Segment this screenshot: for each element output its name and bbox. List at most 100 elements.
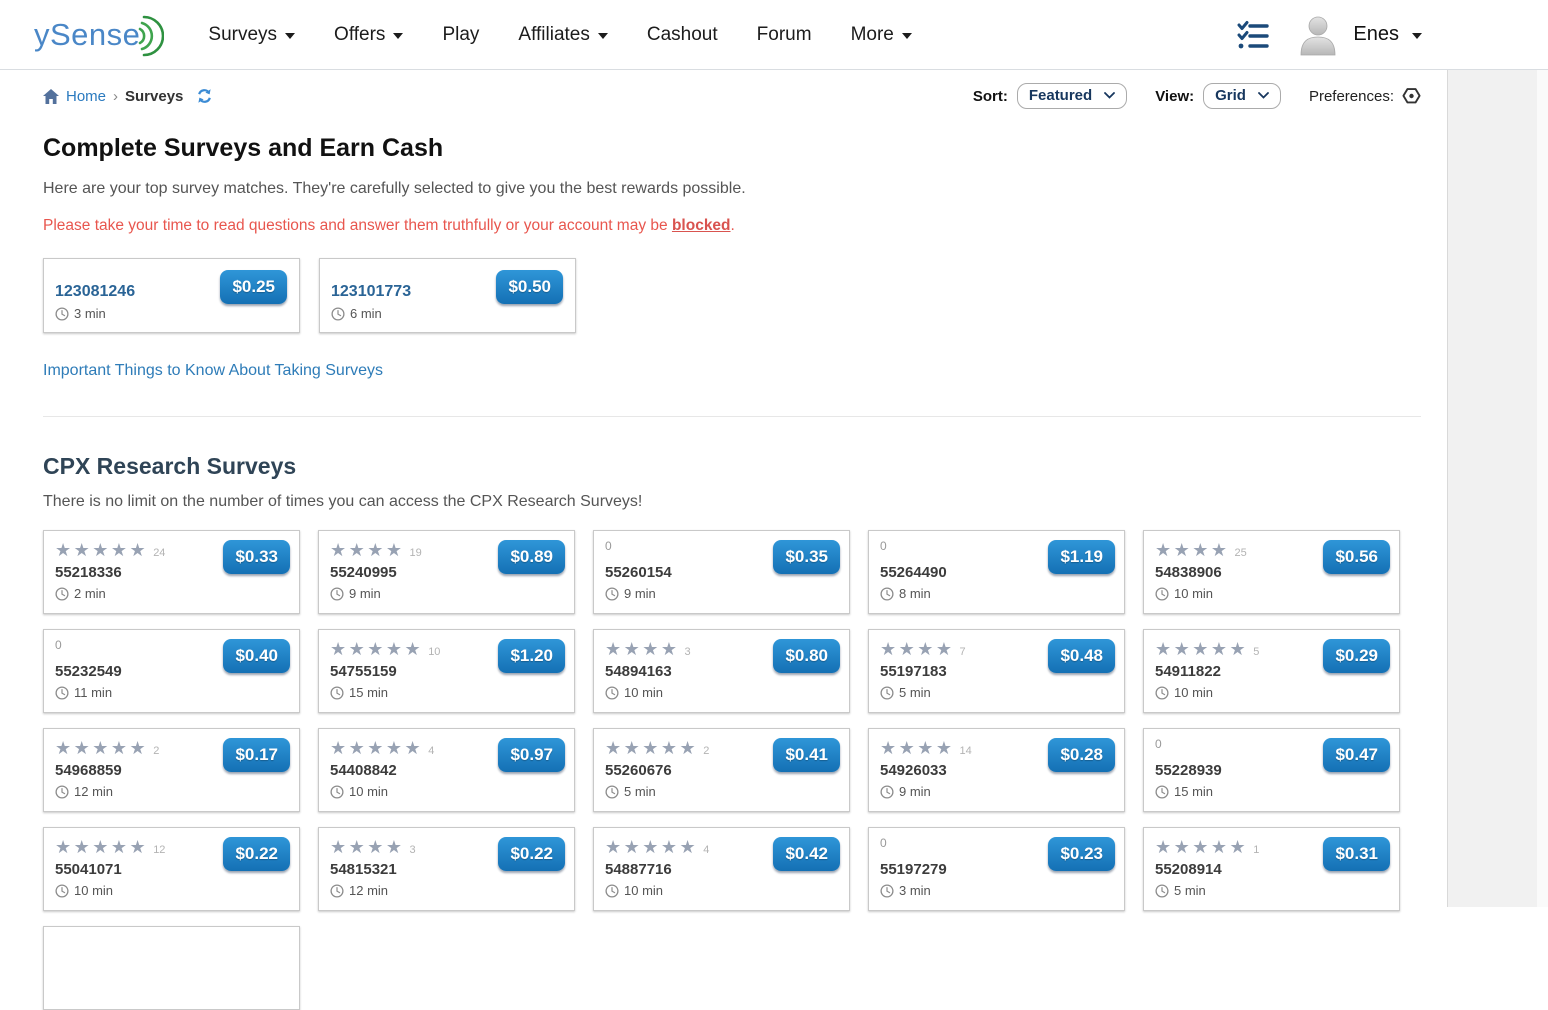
nav-item-more[interactable]: More — [851, 24, 912, 46]
clock-icon — [55, 686, 69, 700]
survey-price-button[interactable]: $0.97 — [498, 738, 565, 772]
breadcrumb-home-link[interactable]: Home — [66, 88, 106, 105]
nav-item-offers[interactable]: Offers — [334, 24, 403, 46]
caret-down-icon — [1412, 33, 1422, 39]
survey-price-button[interactable]: $0.28 — [1048, 738, 1115, 772]
rating-count: 4 — [428, 745, 434, 757]
nav-item-label: Cashout — [647, 24, 718, 46]
star-rating-icons: ★★★★★ — [1155, 640, 1248, 658]
survey-time: 10 min — [55, 883, 288, 898]
survey-price-button[interactable]: $0.56 — [1323, 540, 1390, 574]
survey-card[interactable]: ★★★★35489416310 min$0.80 — [593, 629, 850, 713]
list-toolbar: Sort: Featured View: Grid Preferences: — [973, 83, 1421, 109]
survey-card[interactable]: ★★★★★24552183362 min$0.33 — [43, 530, 300, 614]
clock-icon — [330, 785, 344, 799]
survey-time: 10 min — [330, 784, 563, 799]
survey-time: 12 min — [330, 883, 563, 898]
preferences-gear-icon[interactable] — [1402, 87, 1421, 105]
survey-time-label: 9 min — [349, 586, 381, 601]
user-name: Enes — [1353, 23, 1399, 46]
survey-card[interactable]: ★★★★★25496885912 min$0.17 — [43, 728, 300, 812]
survey-time: 9 min — [330, 586, 563, 601]
blocked-link[interactable]: blocked — [672, 217, 731, 234]
important-things-link[interactable]: Important Things to Know About Taking Su… — [43, 362, 383, 380]
survey-card[interactable]: ★★★★7551971835 min$0.48 — [868, 629, 1125, 713]
clock-icon — [1155, 587, 1169, 601]
rating-count: 19 — [410, 547, 422, 559]
survey-time-label: 10 min — [1174, 586, 1213, 601]
survey-card[interactable]: ★★★★★105475515915 min$1.20 — [318, 629, 575, 713]
survey-card[interactable]: ★★★★★125504107110 min$0.22 — [43, 827, 300, 911]
offpage-area — [1447, 70, 1548, 907]
nav-item-forum[interactable]: Forum — [757, 24, 812, 46]
scrollbar[interactable] — [1537, 70, 1548, 907]
survey-price-button[interactable]: $0.22 — [223, 837, 290, 871]
survey-time: 5 min — [880, 685, 1113, 700]
survey-price-button[interactable]: $0.89 — [498, 540, 565, 574]
ysense-logo[interactable]: ySense — [34, 11, 164, 59]
clock-icon — [55, 884, 69, 898]
survey-time: 3 min — [880, 883, 1113, 898]
survey-card[interactable]: 1231017736 min$0.50 — [319, 258, 576, 333]
clock-icon — [331, 307, 345, 321]
survey-price-button[interactable]: $0.50 — [496, 270, 563, 304]
clock-icon — [330, 587, 344, 601]
survey-card[interactable]: 0551972793 min$0.23 — [868, 827, 1125, 911]
preferences-label: Preferences: — [1309, 88, 1394, 105]
clock-icon — [1155, 785, 1169, 799]
survey-time: 5 min — [605, 784, 838, 799]
view-select[interactable]: Grid — [1203, 83, 1281, 109]
survey-card[interactable]: 0552644908 min$1.19 — [868, 530, 1125, 614]
survey-price-button[interactable]: $0.17 — [223, 738, 290, 772]
survey-card[interactable]: ★★★★35481532112 min$0.22 — [318, 827, 575, 911]
survey-price-button[interactable]: $0.25 — [220, 270, 287, 304]
survey-card[interactable]: ★★★★★45488771610 min$0.42 — [593, 827, 850, 911]
survey-card[interactable]: ★★★★★45440884210 min$0.97 — [318, 728, 575, 812]
survey-time-label: 12 min — [74, 784, 113, 799]
survey-card[interactable]: ★★★★★1552089145 min$0.31 — [1143, 827, 1400, 911]
survey-checklist-icon[interactable] — [1236, 19, 1270, 51]
star-rating-icons: ★★★★★ — [605, 838, 698, 856]
view-value: Grid — [1215, 87, 1246, 104]
survey-price-button[interactable]: $0.41 — [773, 738, 840, 772]
nav-item-affiliates[interactable]: Affiliates — [518, 24, 607, 46]
survey-card[interactable]: 05523254911 min$0.40 — [43, 629, 300, 713]
survey-card-partial[interactable] — [43, 926, 300, 1010]
survey-price-button[interactable]: $1.19 — [1048, 540, 1115, 574]
nav-item-surveys[interactable]: Surveys — [208, 24, 295, 46]
view-group: View: Grid — [1155, 83, 1281, 109]
survey-price-button[interactable]: $0.48 — [1048, 639, 1115, 673]
survey-card[interactable]: 1230812463 min$0.25 — [43, 258, 300, 333]
survey-time: 12 min — [55, 784, 288, 799]
star-rating-icons: ★★★★★ — [330, 640, 423, 658]
rating-count: 2 — [153, 745, 159, 757]
survey-price-button[interactable]: $0.35 — [773, 540, 840, 574]
user-menu[interactable]: Enes — [1296, 13, 1422, 57]
survey-price-button[interactable]: $0.22 — [498, 837, 565, 871]
survey-price-button[interactable]: $0.31 — [1323, 837, 1390, 871]
survey-price-button[interactable]: $0.47 — [1323, 738, 1390, 772]
clock-icon — [330, 686, 344, 700]
nav-item-play[interactable]: Play — [442, 24, 479, 46]
survey-price-button[interactable]: $0.80 — [773, 639, 840, 673]
survey-price-button[interactable]: $0.23 — [1048, 837, 1115, 871]
survey-time-label: 10 min — [1174, 685, 1213, 700]
survey-card[interactable]: 05522893915 min$0.47 — [1143, 728, 1400, 812]
survey-price-button[interactable]: $0.33 — [223, 540, 290, 574]
clock-icon — [1155, 884, 1169, 898]
star-rating-icons: ★★★★ — [330, 541, 405, 559]
survey-card[interactable]: 0552601549 min$0.35 — [593, 530, 850, 614]
survey-price-button[interactable]: $1.20 — [498, 639, 565, 673]
view-label: View: — [1155, 88, 1194, 105]
survey-price-button[interactable]: $0.40 — [223, 639, 290, 673]
survey-price-button[interactable]: $0.29 — [1323, 639, 1390, 673]
survey-price-button[interactable]: $0.42 — [773, 837, 840, 871]
refresh-icon[interactable] — [196, 88, 213, 104]
survey-card[interactable]: ★★★★14549260339 min$0.28 — [868, 728, 1125, 812]
survey-card[interactable]: ★★★★255483890610 min$0.56 — [1143, 530, 1400, 614]
survey-card[interactable]: ★★★★★55491182210 min$0.29 — [1143, 629, 1400, 713]
survey-card[interactable]: ★★★★19552409959 min$0.89 — [318, 530, 575, 614]
nav-item-cashout[interactable]: Cashout — [647, 24, 718, 46]
sort-select[interactable]: Featured — [1017, 83, 1127, 109]
survey-card[interactable]: ★★★★★2552606765 min$0.41 — [593, 728, 850, 812]
